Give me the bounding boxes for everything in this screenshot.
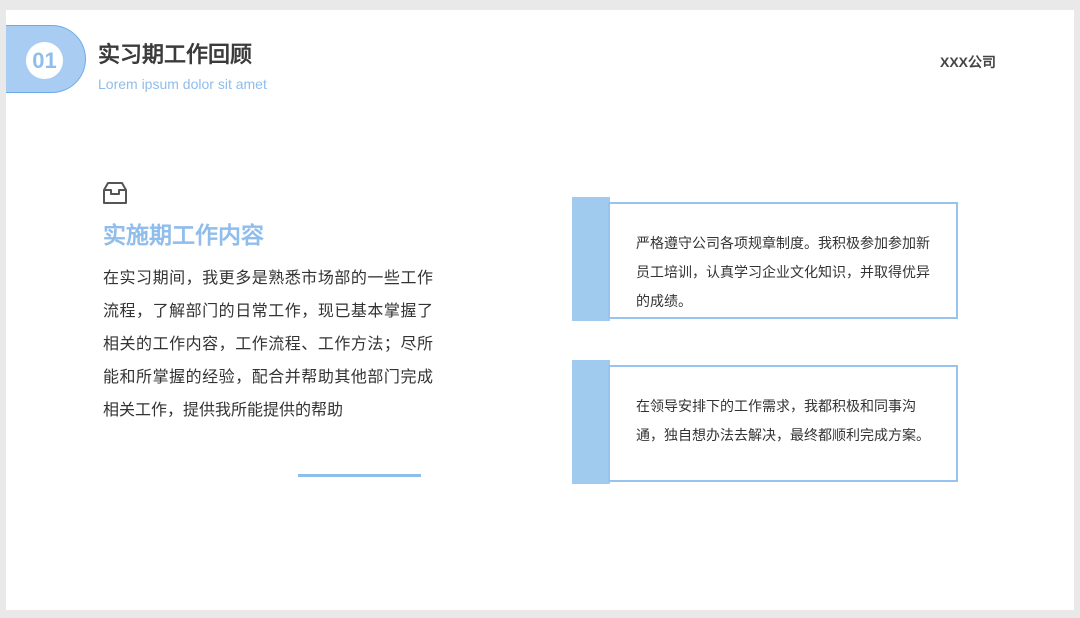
section-body: 在实习期间，我更多是熟悉市场部的一些工作流程，了解部门的日常工作，现已基本掌握了… <box>103 268 433 419</box>
company-name: XXX公司 <box>940 54 997 70</box>
page-title: 实习期工作回顾 <box>98 43 253 68</box>
slide: 01 实习期工作回顾 Lorem ipsum dolor sit amet XX… <box>6 10 1074 610</box>
section-number-tab: 01 <box>6 25 86 93</box>
card-text: 在领导安排下的工作需求，我都积极和同事沟通，独自想办法去解决，最终都顺利完成方案… <box>636 399 930 444</box>
section-title: 实施期工作内容 <box>103 223 264 249</box>
info-card: 在领导安排下的工作需求，我都积极和同事沟通，独自想办法去解决，最终都顺利完成方案… <box>572 360 958 484</box>
page-subtitle: Lorem ipsum dolor sit amet <box>98 76 267 92</box>
inbox-icon <box>103 182 127 204</box>
info-card: 严格遵守公司各项规章制度。我积极参加参加新员工培训，认真学习企业文化知识，并取得… <box>572 197 958 321</box>
section-number: 01 <box>26 42 63 79</box>
card-accent-bar <box>572 360 610 484</box>
accent-divider <box>298 474 421 477</box>
card-text: 严格遵守公司各项规章制度。我积极参加参加新员工培训，认真学习企业文化知识，并取得… <box>636 236 930 310</box>
card-accent-bar <box>572 197 610 321</box>
